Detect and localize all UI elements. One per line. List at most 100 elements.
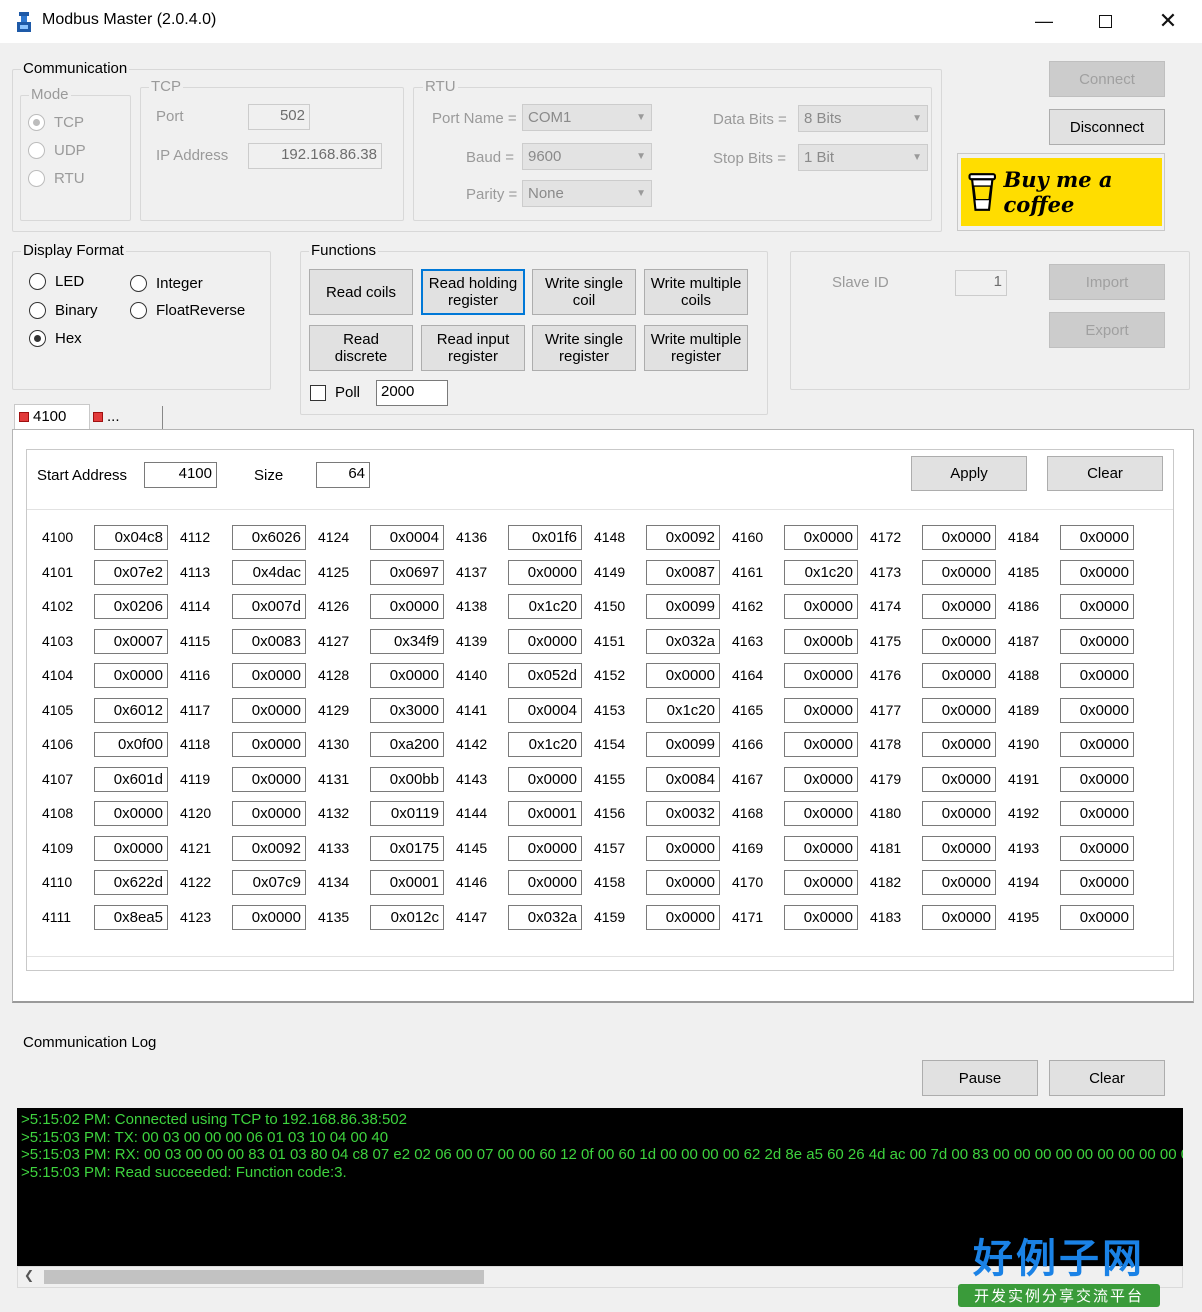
- poll-checkbox[interactable]: Poll: [310, 384, 360, 401]
- tab-more[interactable]: ...: [89, 406, 163, 430]
- stop-bits-select[interactable]: 1 Bit ▼: [798, 144, 928, 171]
- register-value-field[interactable]: 0x0000: [922, 628, 996, 654]
- register-value-field[interactable]: 0x0000: [922, 594, 996, 619]
- register-value-field[interactable]: 0x0000: [922, 559, 996, 585]
- register-value-field[interactable]: 0x0000: [508, 870, 582, 895]
- tab-4100[interactable]: 4100: [14, 404, 90, 430]
- format-floatreverse-radio[interactable]: FloatReverse: [130, 302, 245, 319]
- mode-tcp-radio[interactable]: TCP: [28, 114, 84, 131]
- register-value-field[interactable]: 0x0000: [784, 835, 858, 861]
- parity-select[interactable]: None ▼: [522, 180, 652, 207]
- register-value-field[interactable]: 0x0099: [646, 594, 720, 619]
- register-value-field[interactable]: 0x0000: [784, 801, 858, 826]
- read-input-register-button[interactable]: Read input register: [421, 325, 525, 371]
- register-value-field[interactable]: 0x007d: [232, 594, 306, 619]
- close-tab-icon[interactable]: [19, 412, 29, 422]
- register-value-field[interactable]: 0x012c: [370, 904, 444, 930]
- register-value-field[interactable]: 0x0000: [922, 904, 996, 930]
- register-value-field[interactable]: 0x0000: [1060, 870, 1134, 895]
- register-value-field[interactable]: 0x0000: [508, 559, 582, 585]
- mode-rtu-radio[interactable]: RTU: [28, 170, 85, 187]
- format-hex-radio[interactable]: Hex: [29, 330, 82, 347]
- mode-udp-radio[interactable]: UDP: [28, 142, 86, 159]
- register-value-field[interactable]: 0xa200: [370, 732, 444, 757]
- register-value-field[interactable]: 0x00bb: [370, 766, 444, 792]
- write-multiple-registers-button[interactable]: Write multiple register: [644, 325, 748, 371]
- register-value-field[interactable]: 0x622d: [94, 870, 168, 895]
- format-integer-radio[interactable]: Integer: [130, 275, 203, 292]
- apply-button[interactable]: Apply: [911, 456, 1027, 491]
- register-value-field[interactable]: 0x6026: [232, 525, 306, 550]
- register-value-field[interactable]: 0x0000: [646, 663, 720, 688]
- clear-registers-button[interactable]: Clear: [1047, 456, 1163, 491]
- register-value-field[interactable]: 0x052d: [508, 663, 582, 688]
- register-value-field[interactable]: 0x1c20: [646, 697, 720, 723]
- close-button[interactable]: ✕: [1148, 4, 1188, 38]
- register-value-field[interactable]: 0x0f00: [94, 732, 168, 757]
- ip-address-field[interactable]: 192.168.86.38: [248, 143, 382, 169]
- export-button[interactable]: Export: [1049, 312, 1165, 348]
- register-value-field[interactable]: 0x0175: [370, 835, 444, 861]
- register-value-field[interactable]: 0x0119: [370, 801, 444, 826]
- register-value-field[interactable]: 0x3000: [370, 697, 444, 723]
- port-field[interactable]: 502: [248, 104, 310, 130]
- register-value-field[interactable]: 0x0000: [784, 663, 858, 688]
- register-value-field[interactable]: 0x0000: [370, 663, 444, 688]
- import-button[interactable]: Import: [1049, 264, 1165, 300]
- register-value-field[interactable]: 0x0084: [646, 766, 720, 792]
- start-address-field[interactable]: 4100: [144, 462, 217, 488]
- register-value-field[interactable]: 0x032a: [508, 904, 582, 930]
- register-value-field[interactable]: 0x01f6: [508, 525, 582, 550]
- register-value-field[interactable]: 0x0000: [1060, 904, 1134, 930]
- register-value-field[interactable]: 0x0000: [1060, 766, 1134, 792]
- register-value-field[interactable]: 0x0000: [1060, 594, 1134, 619]
- register-value-field[interactable]: 0x6012: [94, 697, 168, 723]
- register-value-field[interactable]: 0x0000: [508, 766, 582, 792]
- register-value-field[interactable]: 0x0001: [370, 870, 444, 895]
- register-value-field[interactable]: 0x0000: [232, 801, 306, 826]
- register-value-field[interactable]: 0x0032: [646, 801, 720, 826]
- register-value-field[interactable]: 0x0000: [1060, 732, 1134, 757]
- scrollbar-thumb[interactable]: [44, 1270, 484, 1284]
- scroll-left-icon[interactable]: ❮: [24, 1268, 34, 1282]
- register-value-field[interactable]: 0x1c20: [508, 594, 582, 619]
- register-value-field[interactable]: 0x0004: [508, 697, 582, 723]
- write-multiple-coils-button[interactable]: Write multiple coils: [644, 269, 748, 315]
- register-value-field[interactable]: 0x0000: [508, 835, 582, 861]
- register-value-field[interactable]: 0x0000: [232, 766, 306, 792]
- read-coils-button[interactable]: Read coils: [309, 269, 413, 315]
- register-value-field[interactable]: 0x0001: [508, 801, 582, 826]
- write-single-coil-button[interactable]: Write single coil: [532, 269, 636, 315]
- register-value-field[interactable]: 0x0000: [1060, 835, 1134, 861]
- baud-select[interactable]: 9600 ▼: [522, 143, 652, 170]
- register-value-field[interactable]: 0x1c20: [508, 732, 582, 757]
- register-value-field[interactable]: 0x032a: [646, 628, 720, 654]
- register-value-field[interactable]: 0x0000: [922, 801, 996, 826]
- register-value-field[interactable]: 0x0000: [646, 904, 720, 930]
- register-value-field[interactable]: 0x0000: [784, 904, 858, 930]
- clear-log-button[interactable]: Clear: [1049, 1060, 1165, 1096]
- register-value-field[interactable]: 0x0000: [784, 766, 858, 792]
- register-value-field[interactable]: 0x4dac: [232, 559, 306, 585]
- size-field[interactable]: 64: [316, 462, 370, 488]
- register-value-field[interactable]: 0x0083: [232, 628, 306, 654]
- register-value-field[interactable]: 0x0000: [646, 870, 720, 895]
- register-value-field[interactable]: 0x0000: [232, 697, 306, 723]
- register-value-field[interactable]: 0x000b: [784, 628, 858, 654]
- register-value-field[interactable]: 0x0000: [1060, 663, 1134, 688]
- read-discrete-button[interactable]: Read discrete: [309, 325, 413, 371]
- register-value-field[interactable]: 0x0000: [922, 870, 996, 895]
- register-value-field[interactable]: 0x0092: [232, 835, 306, 861]
- register-value-field[interactable]: 0x0087: [646, 559, 720, 585]
- minimize-button[interactable]: —: [1024, 4, 1064, 38]
- register-value-field[interactable]: 0x0000: [94, 835, 168, 861]
- register-value-field[interactable]: 0x601d: [94, 766, 168, 792]
- disconnect-button[interactable]: Disconnect: [1049, 109, 1165, 145]
- register-value-field[interactable]: 0x07c9: [232, 870, 306, 895]
- register-value-field[interactable]: 0x0000: [922, 766, 996, 792]
- buy-me-a-coffee-button[interactable]: Buy me a coffee: [957, 153, 1165, 231]
- register-value-field[interactable]: 0x0000: [232, 663, 306, 688]
- maximize-button[interactable]: [1085, 4, 1125, 38]
- register-value-field[interactable]: 0x0000: [370, 594, 444, 619]
- register-value-field[interactable]: 0x0000: [1060, 559, 1134, 585]
